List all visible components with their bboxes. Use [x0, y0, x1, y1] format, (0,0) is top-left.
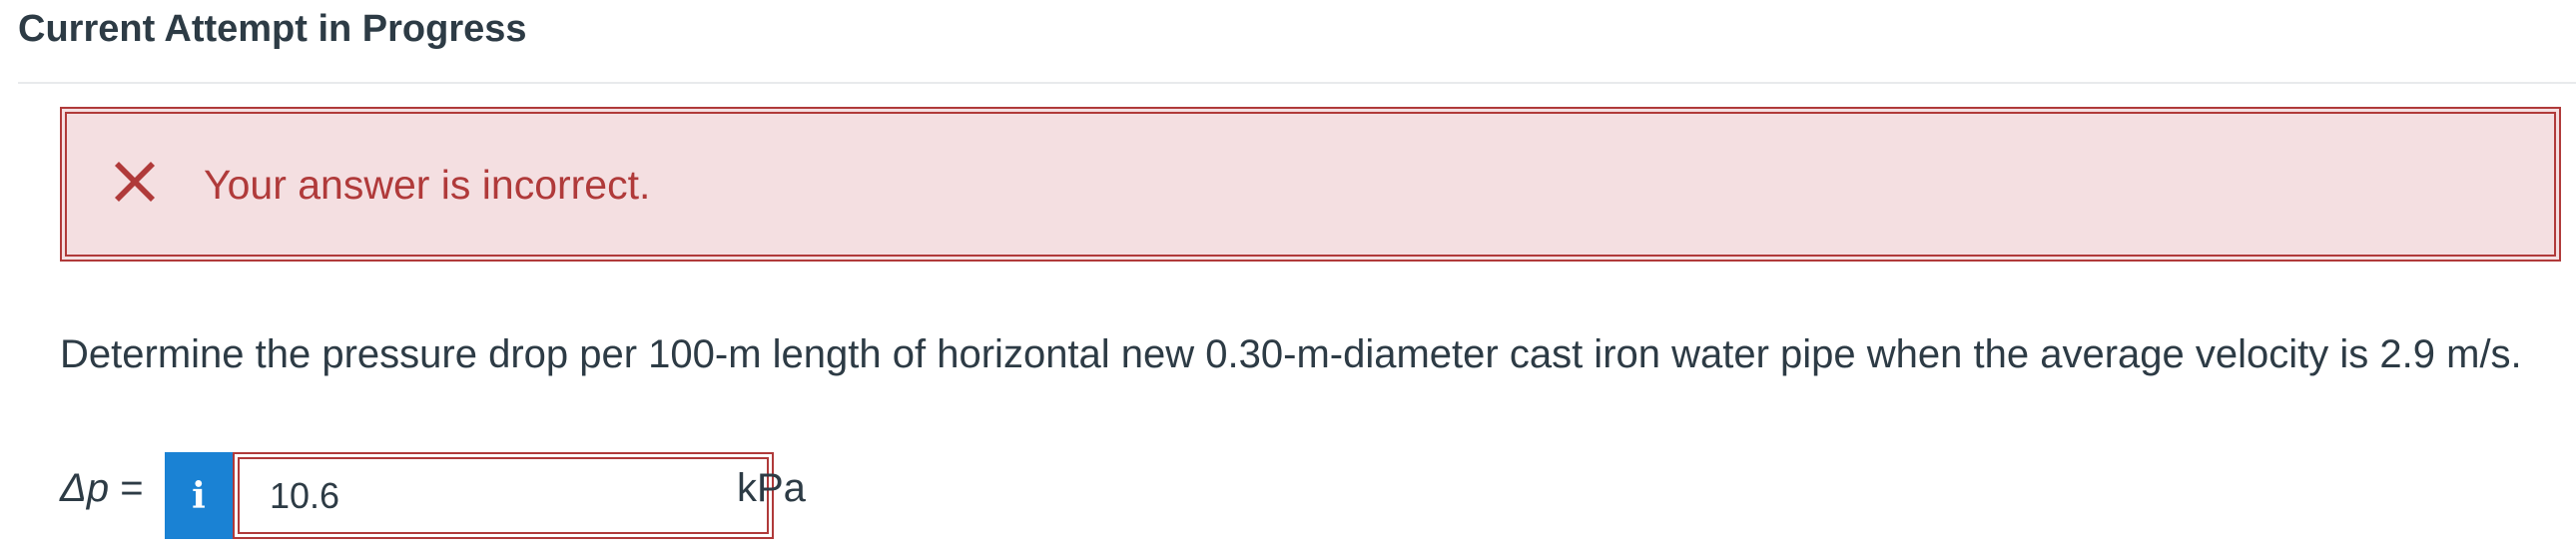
variable-label: Δp = — [60, 466, 144, 511]
question-text: Determine the pressure drop per 100-m le… — [60, 332, 2522, 376]
info-icon: i — [192, 474, 206, 517]
answer-input[interactable] — [233, 452, 774, 539]
info-button[interactable]: i — [165, 452, 233, 539]
equals-sign: = — [120, 466, 144, 510]
incorrect-answer-alert: Your answer is incorrect. — [60, 107, 2561, 262]
variable-symbol: Δp — [60, 466, 110, 510]
answer-row: Δp = i kPa — [60, 452, 959, 540]
header: Current Attempt in Progress — [18, 0, 2576, 84]
page: Current Attempt in Progress Your answer … — [0, 0, 2576, 554]
page-title: Current Attempt in Progress — [18, 8, 527, 50]
alert-message: Your answer is incorrect. — [204, 162, 651, 208]
close-x-icon — [115, 162, 155, 202]
unit-label: kPa — [737, 466, 806, 510]
